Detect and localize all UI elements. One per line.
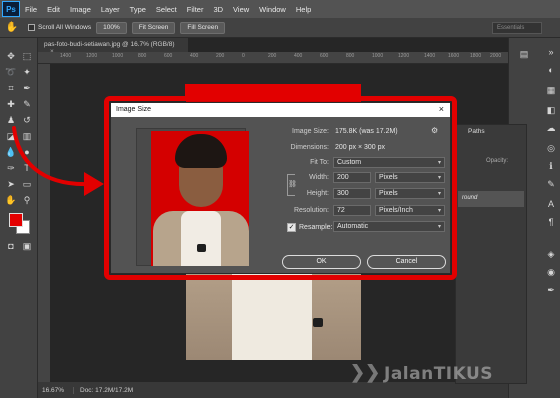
fit-to-select[interactable]: Custom ▾ <box>333 157 445 168</box>
libraries-panel-icon[interactable]: ☁ <box>544 122 558 134</box>
fit-screen-button[interactable]: Fit Screen <box>131 21 176 34</box>
tab-paths[interactable]: Paths <box>468 128 485 135</box>
ruler-tick: 1800 <box>470 53 482 59</box>
ruler-tick: 600 <box>320 53 329 59</box>
menu-select[interactable]: Select <box>151 5 182 14</box>
menu-help[interactable]: Help <box>291 5 316 14</box>
character-panel-icon[interactable]: A <box>544 198 558 210</box>
layer-row[interactable]: round <box>458 191 524 207</box>
document-info: Doc: 17.2M/17.2M <box>80 386 134 394</box>
ruler-tick: 1000 <box>372 53 384 59</box>
dialog-title: Image Size <box>111 103 450 117</box>
fit-to-value: Custom <box>337 159 362 166</box>
swatches-panel-icon[interactable]: ▦ <box>544 84 558 96</box>
info-panel-icon[interactable]: ℹ <box>544 160 558 172</box>
ruler-tick: 400 <box>294 53 303 59</box>
ruler-tick: 200 <box>268 53 277 59</box>
layers-panel: Paths Opacity: round <box>455 124 527 384</box>
ok-button[interactable]: OK <box>282 255 361 269</box>
brush-presets-icon[interactable]: ✎ <box>544 178 558 190</box>
paths-panel-icon[interactable]: ✒ <box>544 284 558 296</box>
styles-panel-icon[interactable]: ◎ <box>544 142 558 154</box>
resample-label: Resample: <box>299 224 333 231</box>
channels-panel-icon[interactable]: ◉ <box>544 266 558 278</box>
canvas-shirt <box>232 270 312 360</box>
preview-hair <box>175 134 227 168</box>
ruler-tick: 800 <box>138 53 147 59</box>
preview-photo <box>151 131 249 266</box>
chevron-down-icon: ▾ <box>437 208 441 214</box>
height-unit-value: Pixels <box>379 190 398 197</box>
resample-checkbox[interactable]: ✓ <box>287 223 296 232</box>
preview-shirt <box>181 211 221 266</box>
height-unit-select[interactable]: Pixels ▾ <box>375 188 445 199</box>
status-bar: 16.67% Doc: 17.2M/17.2M <box>38 382 508 398</box>
image-size-label: Image Size: <box>292 128 329 135</box>
collapse-icon[interactable]: » <box>544 46 558 58</box>
workspace-select[interactable]: Essentials <box>492 22 542 34</box>
height-label: Height: <box>306 190 329 197</box>
ruler-tick: 200 <box>216 53 225 59</box>
resample-value: Automatic <box>337 223 369 230</box>
image-size-dialog: Image Size × Image Size: 175.8K (was 17.… <box>110 102 451 274</box>
dimensions-value: 200 px × 300 px <box>335 144 386 151</box>
fit-to-label: Fit To: <box>310 159 329 166</box>
resolution-label: Resolution: <box>293 207 329 214</box>
watermark-text: JalanTIKUS <box>384 364 494 384</box>
width-unit-select[interactable]: Pixels ▾ <box>375 172 445 183</box>
fill-screen-button[interactable]: Fill Screen <box>180 21 226 34</box>
ruler-tick: 1200 <box>398 53 410 59</box>
adjustments-panel-icon[interactable]: ◧ <box>544 104 558 116</box>
menu-view[interactable]: View <box>228 5 254 14</box>
zoom-level[interactable]: 16.67% <box>38 386 74 394</box>
quick-mask-icon[interactable]: ◘ <box>4 240 18 252</box>
chevron-down-icon: ▾ <box>437 160 441 166</box>
resolution-unit-select[interactable]: Pixels/Inch ▾ <box>375 205 445 216</box>
foreground-color-swatch[interactable] <box>9 213 23 227</box>
opacity-label: Opacity: <box>486 158 509 164</box>
ruler-tick: 1400 <box>424 53 436 59</box>
paragraph-panel-icon[interactable]: ¶ <box>544 216 558 228</box>
watermark-logo: ❯❯ <box>350 362 381 382</box>
canvas-microphone <box>313 318 323 327</box>
chevron-down-icon: ▾ <box>437 224 441 230</box>
width-field[interactable]: 200 <box>333 172 371 183</box>
ruler-tick: 400 <box>190 53 199 59</box>
screen-mode-icon[interactable]: ▣ <box>20 240 34 252</box>
color-panel-icon[interactable]: ◐ <box>544 64 558 76</box>
ruler-tick: 800 <box>346 53 355 59</box>
width-label: Width: <box>309 174 329 181</box>
history-panel-icon[interactable]: ▤ <box>517 48 531 60</box>
image-size-value: 175.8K (was 17.2M) <box>335 128 398 135</box>
ruler-tick: 0 <box>242 53 245 59</box>
close-icon[interactable]: × <box>439 104 444 114</box>
ruler-tick: 2000 <box>490 53 502 59</box>
preview-microphone <box>197 244 206 252</box>
cancel-button[interactable]: Cancel <box>367 255 446 269</box>
image-preview[interactable] <box>136 128 249 266</box>
menu-3d[interactable]: 3D <box>208 5 228 14</box>
height-field[interactable]: 300 <box>333 188 371 199</box>
layer-name: round <box>462 195 478 201</box>
ruler-tick: 1600 <box>448 53 460 59</box>
resample-select[interactable]: Automatic ▾ <box>333 221 445 232</box>
layers-panel-icon[interactable]: ◈ <box>544 248 558 260</box>
chain-link-icon[interactable]: ⛓ <box>288 180 297 188</box>
ruler-tick: 600 <box>164 53 173 59</box>
chevron-down-icon: ▾ <box>437 175 441 181</box>
chevron-down-icon: ▾ <box>437 191 441 197</box>
gear-icon[interactable]: ⚙ <box>431 126 438 135</box>
menu-filter[interactable]: Filter <box>182 5 209 14</box>
dimensions-label: Dimensions: <box>290 144 329 151</box>
width-unit-value: Pixels <box>379 174 398 181</box>
menu-window[interactable]: Window <box>254 5 291 14</box>
resolution-unit-value: Pixels/Inch <box>379 207 413 214</box>
resolution-field[interactable]: 72 <box>333 205 371 216</box>
